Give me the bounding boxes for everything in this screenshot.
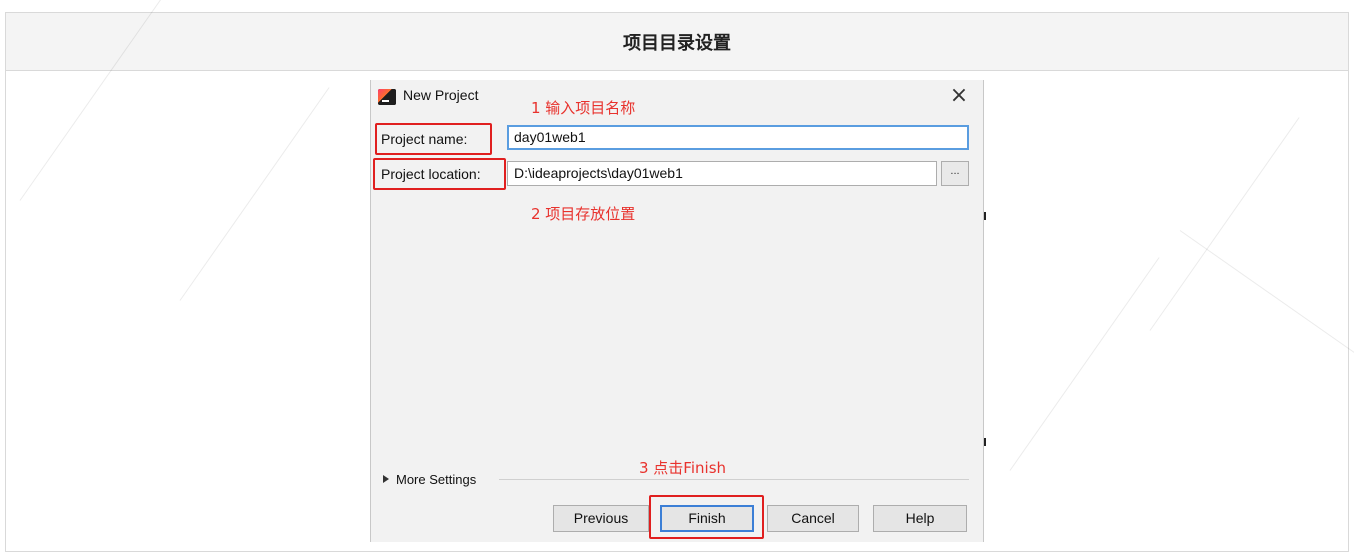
project-name-label: Project name:: [381, 131, 468, 147]
project-location-label: Project location:: [381, 166, 481, 182]
settings-separator: [499, 479, 969, 480]
more-settings-label: More Settings: [396, 471, 477, 487]
annotation-step2: 2 项目存放位置: [531, 205, 636, 223]
project-location-input[interactable]: D:\ideaprojects\day01web1: [507, 161, 937, 186]
previous-button[interactable]: Previous: [553, 505, 649, 532]
intellij-app-icon: [378, 89, 396, 105]
project-name-input[interactable]: day01web1: [507, 125, 969, 150]
annotation-step1: 1 输入项目名称: [531, 99, 636, 117]
browse-location-button[interactable]: ...: [941, 161, 969, 186]
cancel-button[interactable]: Cancel: [767, 505, 859, 532]
finish-button[interactable]: Finish: [660, 505, 754, 532]
figure-title: 项目目录设置: [623, 32, 731, 54]
new-project-dialog: New Project × 1 输入项目名称 Project name: day…: [370, 80, 984, 542]
dialog-edge-mark: [984, 212, 986, 220]
close-icon[interactable]: ×: [947, 84, 971, 108]
dialog-titlebar: New Project ×: [371, 80, 983, 114]
dialog-edge-mark: [984, 438, 986, 446]
expand-triangle-icon: [383, 475, 389, 483]
annotation-step3: 3 点击Finish: [639, 459, 727, 477]
dialog-title: New Project: [403, 87, 479, 103]
help-button[interactable]: Help: [873, 505, 967, 532]
figure-header: 项目目录设置: [6, 13, 1348, 71]
more-settings-toggle[interactable]: More Settings: [383, 469, 476, 489]
